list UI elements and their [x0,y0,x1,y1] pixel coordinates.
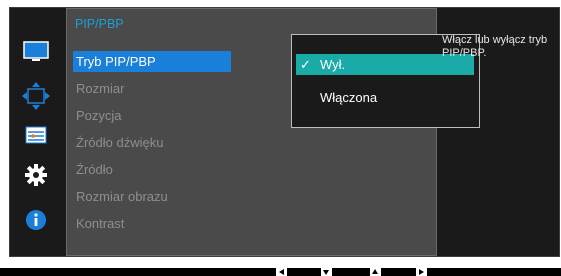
option-off-label: Wył. [320,57,346,72]
menu-item-pip-pbp-mode[interactable]: Tryb PIP/PBP [73,51,231,72]
menu-item-position[interactable]: Pozycja [73,105,227,126]
osd-window: PIP/PBP Tryb PIP/PBP Rozmiar Pozycja Źró… [9,7,560,257]
menu-item-source[interactable]: Źródło [73,159,227,180]
left-arrow-icon[interactable] [276,268,287,276]
information-icon[interactable] [20,204,52,236]
category-icon-column [10,8,65,256]
navigation-bar [0,268,561,276]
option-on[interactable]: Włączona [296,87,474,108]
picture-icon[interactable] [20,36,52,68]
menu-item-sound-source[interactable]: Źródło dźwięku [73,132,227,153]
system-icon[interactable] [20,119,52,151]
menu-title: PIP/PBP [75,17,124,31]
up-arrow-icon[interactable] [370,268,381,276]
option-on-label: Włączona [320,90,378,105]
main-menu-panel: PIP/PBP Tryb PIP/PBP Rozmiar Pozycja Źró… [66,8,480,256]
menu-item-contrast[interactable]: Kontrast [73,213,227,234]
settings-gear-icon[interactable] [20,159,52,191]
help-text: Włącz lub wyłącz tryb PIP/PBP. [442,34,548,59]
checkmark-icon: ✓ [300,56,311,72]
onscreen-display-icon[interactable] [20,80,52,112]
right-arrow-icon[interactable] [416,268,427,276]
menu-item-size[interactable]: Rozmiar [73,78,227,99]
menu-item-picture-size[interactable]: Rozmiar obrazu [73,186,227,207]
down-arrow-icon[interactable] [321,268,332,276]
